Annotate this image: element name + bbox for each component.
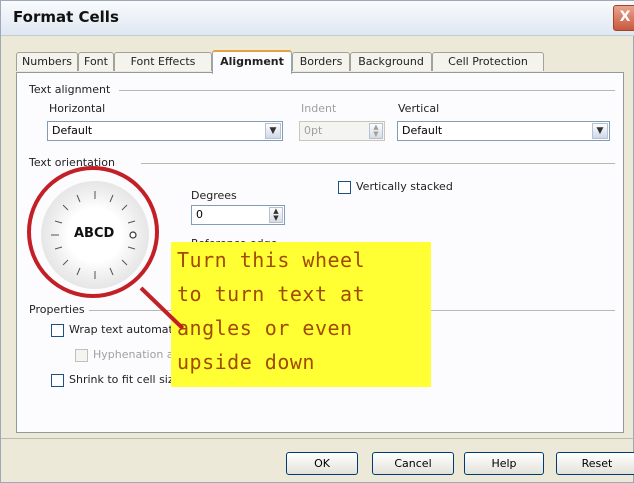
degrees-spinner[interactable]: 0 ▲ ▼	[191, 205, 285, 225]
annotation-line-1: Turn this wheel	[177, 248, 366, 272]
tab-numbers[interactable]: Numbers	[16, 52, 78, 71]
spinner-arrows-icon[interactable]: ▲ ▼	[269, 207, 283, 223]
tab-font[interactable]: Font	[78, 52, 114, 71]
text-orientation-divider	[141, 163, 615, 164]
annotation-line-3: angles or even	[177, 316, 353, 340]
vertical-label: Vertical	[398, 102, 440, 115]
vertical-dropdown-value: Default	[402, 124, 443, 137]
tab-alignment[interactable]: Alignment	[212, 50, 292, 74]
hyphenation-checkbox[interactable]	[75, 349, 88, 362]
tab-background[interactable]: Background	[350, 52, 432, 71]
footer-divider	[1, 438, 634, 439]
close-button[interactable]: X	[613, 5, 634, 31]
help-button[interactable]: Help	[464, 452, 544, 475]
tab-font-effects[interactable]: Font Effects	[114, 52, 212, 71]
shrink-to-fit-label: Shrink to fit cell size	[69, 373, 181, 386]
vertically-stacked-checkbox[interactable]	[338, 181, 351, 194]
text-alignment-divider	[119, 90, 615, 91]
dialog-title: Format Cells	[13, 8, 119, 26]
chevron-down-icon[interactable]: ▼	[592, 123, 608, 139]
annotation-line-2: to turn text at	[177, 282, 366, 306]
annotation-callout: Turn this wheel to turn text at angles o…	[171, 242, 431, 387]
horizontal-dropdown-value: Default	[52, 124, 93, 137]
horizontal-dropdown[interactable]: Default ▼	[47, 121, 283, 141]
degrees-spinner-value: 0	[196, 208, 203, 221]
indent-spinner-value: 0pt	[304, 124, 323, 137]
degrees-label: Degrees	[191, 189, 237, 202]
tab-borders[interactable]: Borders	[292, 52, 350, 71]
indent-spinner[interactable]: 0pt ▲ ▼	[299, 121, 385, 141]
chevron-down-icon[interactable]: ▼	[265, 123, 281, 139]
annotation-highlight-circle	[27, 166, 159, 298]
annotation-line-4: upside down	[177, 350, 315, 374]
text-alignment-section-label: Text alignment	[29, 83, 111, 96]
vertically-stacked-label: Vertically stacked	[356, 180, 453, 193]
cancel-button[interactable]: Cancel	[372, 452, 454, 475]
shrink-to-fit-checkbox[interactable]	[51, 374, 64, 387]
ok-button[interactable]: OK	[286, 452, 358, 475]
tab-cell-protection[interactable]: Cell Protection	[432, 52, 544, 71]
properties-section-label: Properties	[29, 303, 85, 316]
horizontal-label: Horizontal	[49, 102, 106, 115]
wrap-text-checkbox[interactable]	[51, 324, 64, 337]
close-icon: X	[619, 9, 631, 25]
indent-label: Indent	[301, 102, 337, 115]
format-cells-dialog: Format Cells X Numbers Font Font Effects…	[0, 0, 634, 483]
reset-button[interactable]: Reset	[556, 452, 634, 475]
title-bar: Format Cells X	[1, 1, 634, 36]
vertical-dropdown[interactable]: Default ▼	[397, 121, 610, 141]
spinner-arrows-icon[interactable]: ▲ ▼	[369, 123, 383, 139]
